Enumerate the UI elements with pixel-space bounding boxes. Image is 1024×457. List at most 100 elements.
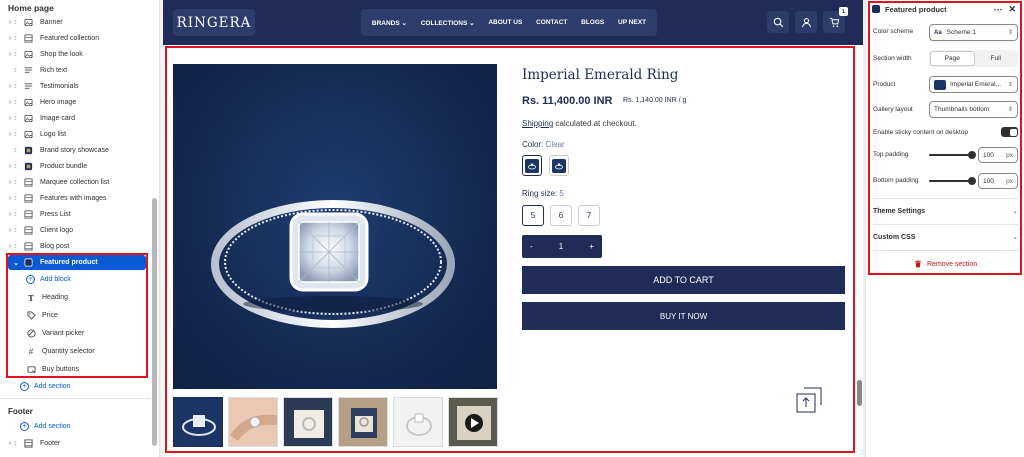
- sidebar-item[interactable]: › ⁝⁝ Blog post: [0, 239, 150, 254]
- app-icon: [22, 162, 34, 172]
- app-icon: [22, 146, 34, 156]
- chevron-right-icon[interactable]: ›: [0, 35, 14, 42]
- chevron-right-icon[interactable]: ›: [0, 227, 14, 234]
- sidebar-item[interactable]: › ⁝⁝ Featured collection: [0, 31, 150, 46]
- sidebar-item[interactable]: › ⁝⁝ Press List: [0, 207, 150, 222]
- search-button[interactable]: [767, 11, 789, 33]
- store-logo[interactable]: RINGERA: [173, 9, 255, 36]
- drag-handle-icon[interactable]: ⁝⁝: [14, 440, 22, 447]
- nav-blogs[interactable]: BLOGS: [581, 19, 604, 26]
- sidebar-item-label: Testimonials: [40, 83, 79, 90]
- chevron-right-icon[interactable]: ›: [0, 440, 14, 447]
- add-section-label: Add section: [34, 423, 71, 430]
- footer-add-section-button[interactable]: + Add section: [20, 422, 71, 431]
- nav-brands[interactable]: BRANDS ⌄: [372, 19, 407, 27]
- drag-handle-icon[interactable]: ⁝⁝: [14, 99, 22, 106]
- drag-handle-icon[interactable]: ⁝⁝: [14, 131, 22, 138]
- sidebar-item[interactable]: › ⁝⁝ Banner: [0, 15, 150, 30]
- drag-handle-icon[interactable]: ⁝⁝: [14, 51, 22, 58]
- store-header: RINGERA BRANDS ⌄ COLLECTIONS ⌄ ABOUT US …: [163, 0, 863, 45]
- sidebar-item[interactable]: › ⁝⁝ Client logo: [0, 223, 150, 238]
- add-section-label: Add section: [34, 383, 71, 390]
- add-section-button[interactable]: + Add section: [20, 382, 71, 391]
- chevron-right-icon[interactable]: ›: [0, 83, 14, 90]
- chevron-right-icon[interactable]: ›: [0, 163, 14, 170]
- chevron-right-icon[interactable]: ›: [0, 211, 14, 218]
- left-sidebar: Home page › ⁝⁝ Banner › ⁝⁝ Featured collectio…: [0, 0, 160, 457]
- drag-handle-icon[interactable]: ⁝⁝: [14, 35, 22, 42]
- grid-icon: [22, 178, 34, 188]
- chevron-right-icon[interactable]: ›: [0, 243, 14, 250]
- settings-panel: Featured product ⋯ ✕ Color scheme Aa Sch…: [865, 0, 1024, 457]
- grid-icon: [22, 34, 34, 44]
- cart-count-badge: 1: [839, 7, 848, 16]
- nav-collections[interactable]: COLLECTIONS ⌄: [421, 19, 475, 27]
- grid-icon: [22, 242, 34, 252]
- sidebar-item-label: Marquee collection list: [40, 179, 110, 186]
- nav-up-next[interactable]: UP NEXT: [618, 19, 646, 26]
- image-icon: [22, 50, 34, 60]
- chevron-right-icon[interactable]: ›: [0, 51, 14, 58]
- sidebar-item-label: Shop the look: [40, 51, 83, 58]
- drag-handle-icon[interactable]: ⁝⁝: [14, 83, 22, 90]
- sidebar-item[interactable]: › ⁝⁝ Features with images: [0, 191, 150, 206]
- text-icon: [22, 66, 34, 76]
- sidebar-item-label: Footer: [40, 440, 61, 447]
- chevron-right-icon[interactable]: ›: [0, 115, 14, 122]
- image-icon: [22, 98, 34, 108]
- main-nav: BRANDS ⌄ COLLECTIONS ⌄ ABOUT US CONTACT …: [361, 9, 657, 36]
- account-button[interactable]: [795, 11, 817, 33]
- drag-handle-icon[interactable]: ⁝⁝: [14, 227, 22, 234]
- sidebar-title: Home page: [8, 3, 54, 13]
- drag-handle-icon[interactable]: ⁝⁝: [14, 67, 22, 74]
- sidebar-item[interactable]: › ⁝⁝ Logo list: [0, 127, 150, 142]
- sidebar-item-footer[interactable]: › ⁝⁝ Footer: [0, 436, 150, 451]
- sidebar-scrollbar[interactable]: [152, 198, 157, 446]
- user-icon: [801, 17, 811, 27]
- nav-about-us[interactable]: ABOUT US: [488, 19, 522, 26]
- image-icon: [22, 130, 34, 140]
- drag-handle-icon[interactable]: ⁝⁝: [14, 211, 22, 218]
- sidebar-item-label: Image card: [40, 115, 76, 122]
- drag-handle-icon[interactable]: ⁝⁝: [14, 243, 22, 250]
- drag-handle-icon[interactable]: ⁝⁝: [14, 147, 22, 154]
- sidebar-item[interactable]: › ⁝⁝ Testimonials: [0, 79, 150, 94]
- chevron-right-icon[interactable]: ›: [0, 195, 14, 202]
- grid-icon: [22, 194, 34, 204]
- sidebar-item-label: Rich text: [40, 67, 68, 74]
- sidebar-item-label: Logo list: [40, 131, 67, 138]
- sidebar-item[interactable]: › ⁝⁝ Image card: [0, 111, 150, 126]
- sidebar-item[interactable]: ⁝⁝ Rich text: [0, 63, 150, 78]
- chevron-right-icon[interactable]: ›: [0, 179, 14, 186]
- chevron-right-icon[interactable]: ›: [0, 131, 14, 138]
- sidebar-item[interactable]: › ⁝⁝ Shop the look: [0, 47, 150, 62]
- drag-handle-icon[interactable]: ⁝⁝: [14, 19, 22, 26]
- sidebar-item[interactable]: › ⁝⁝ Hero image: [0, 95, 150, 110]
- plus-circle-icon: +: [20, 422, 29, 431]
- drag-handle-icon[interactable]: ⁝⁝: [14, 163, 22, 170]
- text-icon: [22, 82, 34, 92]
- sidebar-item-label: Blog post: [40, 243, 70, 250]
- grid-icon: [22, 226, 34, 236]
- image-icon: [22, 18, 34, 28]
- drag-handle-icon[interactable]: ⁝⁝: [14, 195, 22, 202]
- drag-handle-icon[interactable]: ⁝⁝: [14, 115, 22, 122]
- sidebar-item-label: Featured collection: [40, 35, 100, 42]
- chevron-right-icon[interactable]: ›: [0, 99, 14, 106]
- sidebar-item-label: Hero image: [40, 99, 77, 106]
- sidebar-item-label: Client logo: [40, 227, 74, 234]
- cart-button[interactable]: 1: [823, 7, 848, 33]
- sidebar-item[interactable]: ⁝⁝ Brand story showcase: [0, 143, 150, 158]
- sidebar-item[interactable]: › ⁝⁝ Marquee collection list: [0, 175, 150, 190]
- image-icon: [22, 114, 34, 124]
- search-icon: [773, 17, 783, 27]
- grid-icon: [22, 439, 34, 449]
- chevron-right-icon[interactable]: ›: [0, 19, 14, 26]
- nav-contact[interactable]: CONTACT: [536, 19, 567, 26]
- sidebar-item-label: Press List: [40, 211, 71, 218]
- sidebar-item[interactable]: › ⁝⁝ Product bundle: [0, 159, 150, 174]
- sidebar-item-label: Banner: [40, 19, 63, 26]
- preview-scrollbar[interactable]: [857, 380, 862, 406]
- drag-handle-icon[interactable]: ⁝⁝: [14, 179, 22, 186]
- highlight-frame: [868, 1, 1022, 275]
